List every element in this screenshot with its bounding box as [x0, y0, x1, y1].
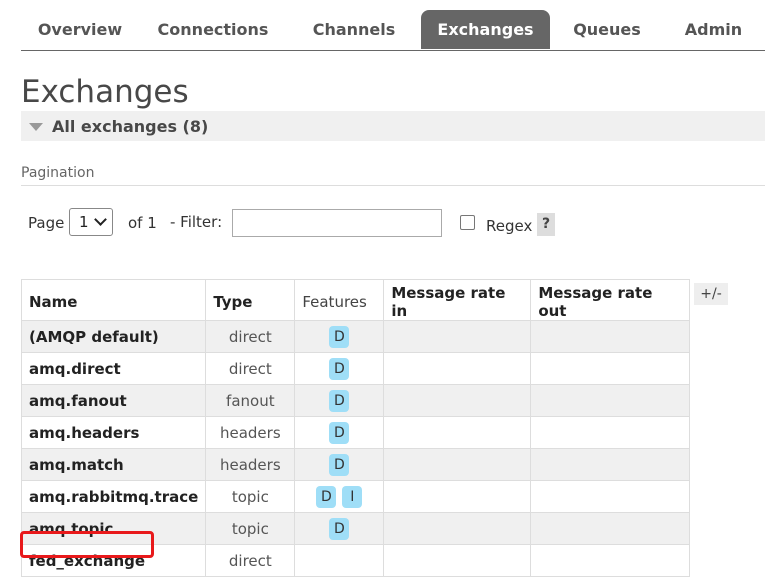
message-rate-out	[530, 384, 691, 417]
message-rate-in	[383, 320, 532, 353]
exchange-features	[294, 544, 385, 577]
page-count-label: of 1	[128, 214, 157, 232]
feature-badge: I	[342, 485, 363, 508]
feature-badge: D	[329, 517, 350, 540]
exchange-name-link[interactable]: amq.match	[20, 448, 207, 481]
all-exchanges-section-toggle[interactable]: All exchanges (8)	[21, 111, 765, 141]
feature-badge: D	[329, 357, 350, 380]
table-row: amq.direct direct D	[20, 352, 691, 385]
table-row: amq.rabbitmq.trace topic D I	[20, 480, 691, 513]
feature-badge: D	[329, 453, 350, 476]
exchange-type: direct	[205, 352, 296, 385]
chevron-down-icon	[94, 213, 107, 226]
exchange-features: D	[294, 512, 385, 545]
tab-connections[interactable]: Connections	[155, 10, 271, 49]
message-rate-in	[383, 512, 532, 545]
columns-toggle-button[interactable]: +/-	[694, 283, 728, 305]
column-header-type[interactable]: Type	[205, 279, 296, 321]
message-rate-out	[530, 352, 691, 385]
feature-badge: D	[316, 485, 337, 508]
exchange-name-link[interactable]: (AMQP default)	[20, 320, 207, 353]
column-header-rate-in[interactable]: Message rate in	[383, 279, 532, 321]
exchange-name-link[interactable]: amq.headers	[20, 416, 207, 449]
column-header-features: Features	[294, 279, 385, 321]
message-rate-out	[530, 480, 691, 513]
collapse-triangle-icon	[29, 123, 43, 131]
exchange-name-link[interactable]: amq.direct	[20, 352, 207, 385]
table-row: amq.headers headers D	[20, 416, 691, 449]
exchange-type: topic	[205, 480, 296, 513]
tab-channels[interactable]: Channels	[306, 10, 402, 49]
exchange-type: direct	[205, 320, 296, 353]
page-title: Exchanges	[21, 74, 189, 110]
filter-label: - Filter:	[170, 213, 223, 231]
exchange-type: topic	[205, 512, 296, 545]
column-header-name[interactable]: Name	[20, 279, 207, 321]
exchange-type: headers	[205, 416, 296, 449]
pagination-label: Pagination	[21, 165, 95, 181]
feature-badge: D	[329, 325, 350, 348]
tab-overview[interactable]: Overview	[27, 10, 133, 49]
exchange-features: DI	[294, 480, 385, 513]
message-rate-in	[383, 480, 532, 513]
exchange-type: headers	[205, 448, 296, 481]
message-rate-out	[530, 448, 691, 481]
tab-exchanges[interactable]: Exchanges	[421, 10, 550, 49]
message-rate-in	[383, 448, 532, 481]
table-row: (AMQP default) direct D	[20, 320, 691, 353]
regex-label: Regex	[486, 217, 533, 235]
highlight-box	[20, 531, 154, 558]
exchange-features: D	[294, 448, 385, 481]
filter-input[interactable]	[232, 209, 442, 237]
exchange-name-link[interactable]: amq.rabbitmq.trace	[20, 480, 207, 513]
exchange-type: fanout	[205, 384, 296, 417]
exchange-type: direct	[205, 544, 296, 577]
message-rate-in	[383, 352, 532, 385]
exchange-name-link[interactable]: amq.fanout	[20, 384, 207, 417]
exchange-features: D	[294, 384, 385, 417]
page-select-value: 1	[79, 213, 89, 231]
message-rate-in	[383, 544, 532, 577]
message-rate-out	[530, 544, 691, 577]
exchange-features: D	[294, 320, 385, 353]
section-label: All exchanges (8)	[52, 117, 209, 136]
message-rate-in	[383, 416, 532, 449]
regex-checkbox[interactable]	[460, 215, 475, 230]
tab-queues[interactable]: Queues	[567, 10, 647, 49]
table-row: amq.match headers D	[20, 448, 691, 481]
table-row: amq.fanout fanout D	[20, 384, 691, 417]
exchange-features: D	[294, 416, 385, 449]
page-select[interactable]: 1	[69, 208, 113, 236]
feature-badge: D	[329, 389, 350, 412]
feature-badge: D	[329, 421, 350, 444]
exchange-features: D	[294, 352, 385, 385]
tab-admin[interactable]: Admin	[676, 10, 751, 49]
message-rate-out	[530, 320, 691, 353]
message-rate-out	[530, 512, 691, 545]
message-rate-out	[530, 416, 691, 449]
message-rate-in	[383, 384, 532, 417]
page-label: Page	[28, 214, 65, 232]
regex-help-button[interactable]: ?	[537, 213, 555, 236]
nav-tabs: Overview Connections Channels Exchanges …	[21, 10, 765, 51]
column-header-rate-out[interactable]: Message rate out	[530, 279, 691, 321]
divider	[21, 185, 765, 186]
